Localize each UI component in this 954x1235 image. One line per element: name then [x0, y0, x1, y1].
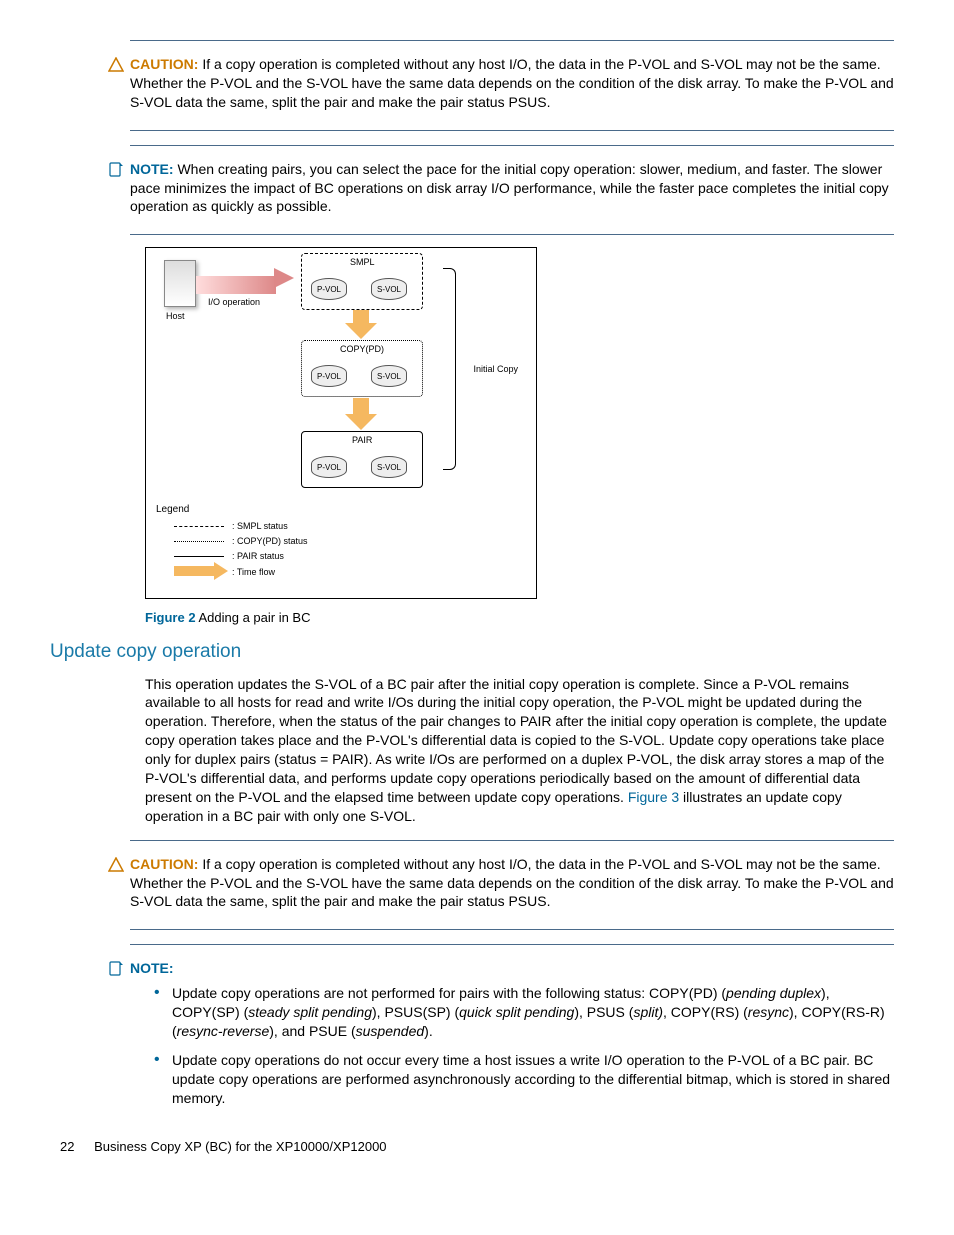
brace [443, 268, 456, 470]
note-text: When creating pairs, you can select the … [130, 161, 889, 215]
pvol-cyl: P-VOL [311, 278, 347, 300]
footer-title: Business Copy XP (BC) for the XP10000/XP… [94, 1139, 386, 1154]
caution-text: If a copy operation is completed without… [130, 856, 894, 910]
caution-label: CAUTION: [130, 856, 198, 872]
figure-3-link[interactable]: Figure 3 [628, 789, 679, 805]
note-label: NOTE: [130, 161, 174, 177]
body-paragraph: This operation updates the S-VOL of a BC… [145, 675, 894, 826]
io-arrow-head [274, 268, 294, 288]
figure-2-caption: Figure 2 Adding a pair in BC [145, 609, 894, 627]
note-icon [108, 961, 124, 977]
caution-text: If a copy operation is completed without… [130, 56, 894, 110]
initial-copy-label: Initial Copy [473, 363, 518, 375]
caution-block-2: CAUTION: If a copy operation is complete… [130, 841, 894, 930]
section-heading: Update copy operation [50, 639, 894, 665]
divider [130, 234, 894, 235]
note-icon [108, 162, 124, 178]
host-icon [164, 260, 196, 307]
list-item: Update copy operations do not occur ever… [160, 1051, 894, 1108]
io-arrow [196, 276, 276, 294]
caution-block-1: CAUTION: If a copy operation is complete… [130, 41, 894, 130]
page-number: 22 [60, 1139, 74, 1154]
legend-title: Legend [156, 503, 189, 517]
caution-label: CAUTION: [130, 56, 198, 72]
note-block-2: NOTE: Update copy operations are not per… [130, 945, 894, 1107]
io-label: I/O operation [208, 296, 260, 308]
page-footer: 22 Business Copy XP (BC) for the XP10000… [60, 1138, 894, 1156]
flow-arrow-1 [353, 310, 369, 325]
caution-icon [108, 57, 124, 73]
host-label: Host [166, 310, 185, 322]
note-label: NOTE: [130, 960, 174, 976]
figure-2-diagram: Host I/O operation SMPL P-VOL S-VOL COPY… [145, 247, 537, 599]
flow-arrow-2 [353, 398, 369, 416]
list-item: Update copy operations are not performed… [160, 984, 894, 1041]
note-block-1: NOTE: When creating pairs, you can selec… [130, 146, 894, 235]
caution-icon [108, 857, 124, 873]
note-list: Update copy operations are not performed… [130, 984, 894, 1107]
svol-cyl: S-VOL [371, 278, 407, 300]
